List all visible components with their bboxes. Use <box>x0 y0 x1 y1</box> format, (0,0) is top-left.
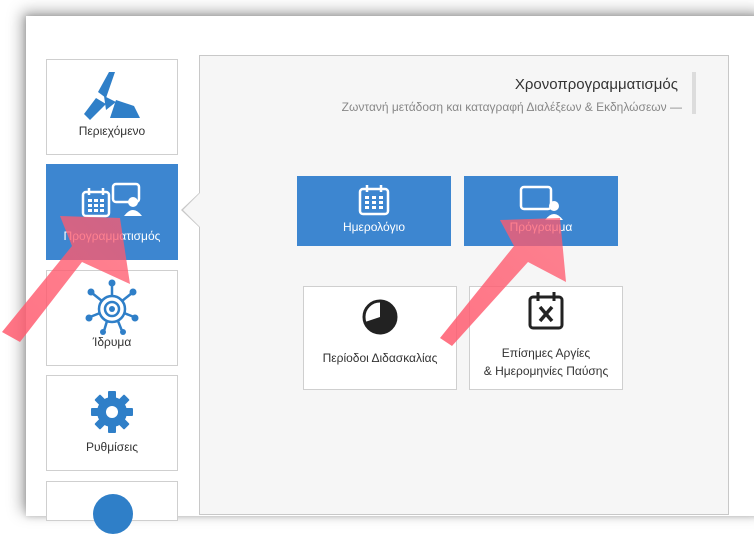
tile-calendar-label: Ημερολόγιο <box>342 220 406 234</box>
scheduling-icon <box>47 175 177 227</box>
tile-calendar[interactable]: Ημερολόγιο <box>297 176 451 246</box>
panel-subtitle: Ζωντανή μετάδοση και καταγραφή Διαλέξεων… <box>341 100 682 114</box>
presenter-screen-icon <box>464 184 618 220</box>
sidebar-item-label: Προγραμματισμός <box>63 229 161 243</box>
calendar-icon <box>297 184 451 216</box>
tile-holidays-label-line2: & Ημερομηνίες Παύσης <box>483 364 609 378</box>
pie-clock-icon <box>304 297 456 337</box>
tile-teaching-periods-label: Περίοδοι Διδασκαλίας <box>322 351 438 365</box>
sidebar-item-label: Ίδρυμα <box>92 335 132 349</box>
sidebar-item-settings[interactable]: Ρυθμίσεις <box>46 375 178 471</box>
sidebar-item-scheduling[interactable]: Προγραμματισμός <box>46 164 178 260</box>
circle-icon <box>93 494 133 534</box>
scheduling-panel: Χρονοπρογραμματισμός Ζωντανή μετάδοση κα… <box>199 55 729 515</box>
tile-holidays-label-line1: Επίσημες Αργίες <box>501 346 591 360</box>
sidebar-item-label: Ρυθμίσεις <box>85 440 139 454</box>
sidebar-item-more[interactable] <box>46 481 178 534</box>
sidebar-item-content[interactable]: Περιεχόμενο <box>46 59 178 155</box>
institution-network-icon <box>47 279 177 335</box>
sidebar-item-institution[interactable]: Ίδρυμα <box>46 270 178 366</box>
tile-program-label: Πρόγραμμα <box>509 220 573 234</box>
content-triangle-icon <box>47 70 177 122</box>
tile-teaching-periods[interactable]: Περίοδοι Διδασκαλίας <box>303 286 457 390</box>
panel-scroll-indicator <box>692 72 696 114</box>
tile-program[interactable]: Πρόγραμμα <box>464 176 618 246</box>
panel-title: Χρονοπρογραμματισμός <box>514 76 678 93</box>
calendar-x-icon <box>470 291 622 331</box>
panel-pointer-fill <box>183 193 200 227</box>
sidebar-item-label: Περιεχόμενο <box>78 124 146 138</box>
gear-icon <box>47 386 177 438</box>
tile-holidays[interactable]: Επίσημες Αργίες & Ημερομηνίες Παύσης <box>469 286 623 390</box>
